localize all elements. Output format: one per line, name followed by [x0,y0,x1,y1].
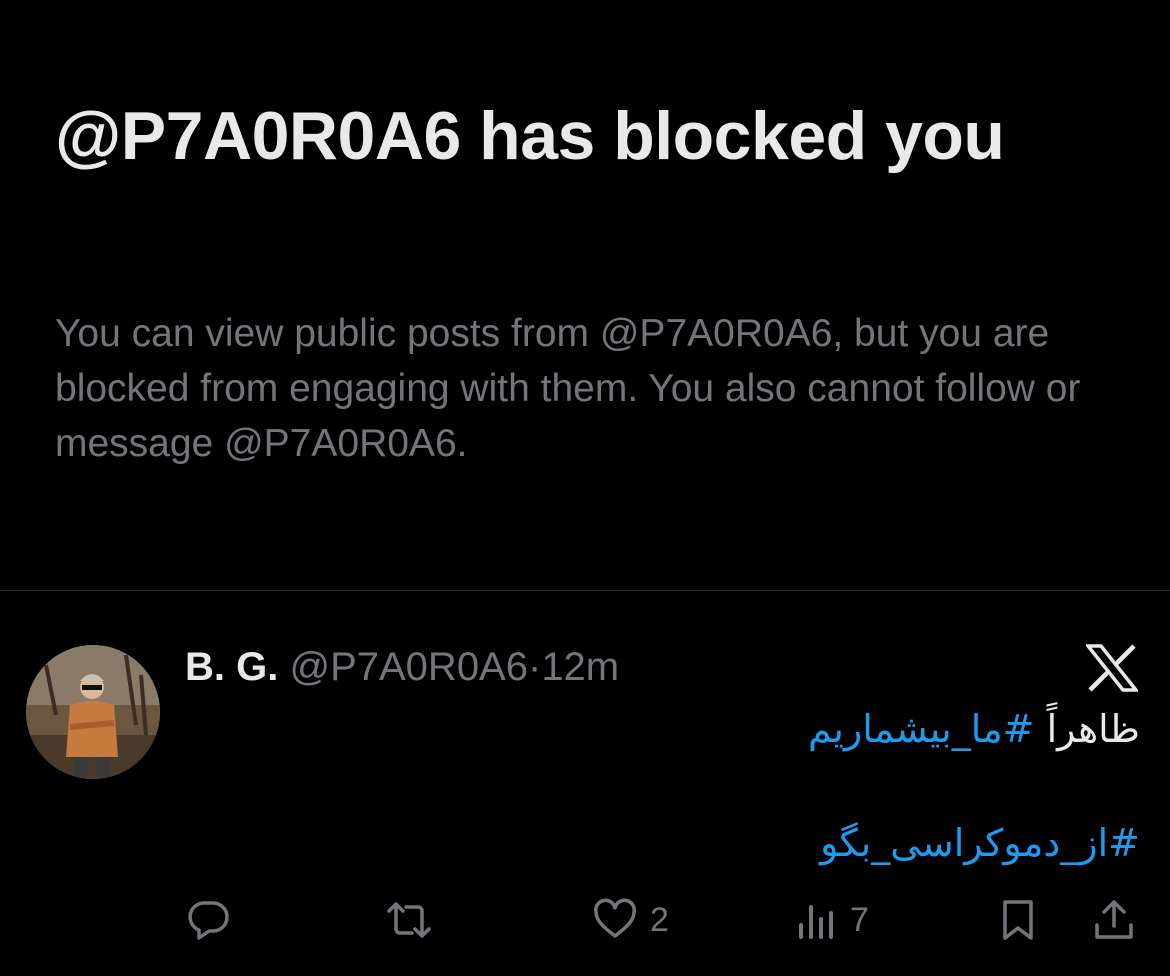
views-icon [799,905,833,939]
repost-button[interactable] [384,890,446,950]
hashtag-link[interactable]: #ما_بیشماریم [808,707,1034,751]
tweet-time[interactable]: 12m [541,645,619,689]
share-button[interactable] [1092,890,1136,950]
avatar[interactable] [26,645,160,779]
tweet-text-line-1: ظاهراً #ما_بیشماریم [808,702,1140,756]
blocked-title: @P7A0R0A6 has blocked you [55,98,1005,174]
tweet-action-bar: 2 7 [0,890,1170,950]
tweet-text-line-2: #از_دموکراسی_بگو [820,816,1140,870]
hashtag-link[interactable]: #از_دموکراسی_بگو [820,821,1140,865]
like-count: 2 [650,900,669,939]
author-name[interactable]: B. G. [185,645,278,689]
reply-icon [188,901,229,940]
like-icon [594,898,636,938]
views-count: 7 [850,900,869,939]
repost-icon [387,902,431,938]
blocked-profile-screen: @P7A0R0A6 has blocked you You can view p… [0,0,1170,976]
tweet-header: B. G. @P7A0R0A6·12m [185,640,619,694]
like-button[interactable]: 2 [592,890,669,950]
divider [0,590,1170,591]
reply-button[interactable] [186,890,244,950]
share-icon [1095,900,1133,939]
bookmark-button[interactable] [998,890,1038,950]
author-handle[interactable]: @P7A0R0A6 [289,645,528,689]
bookmark-icon [1003,900,1033,940]
avatar-photo [26,645,160,779]
tweet-word: ظاهراً [1046,707,1140,751]
separator-dot: · [527,645,542,689]
blocked-description: You can view public posts from @P7A0R0A6… [55,312,1081,465]
x-logo-icon [1086,644,1138,692]
views-button[interactable]: 7 [796,890,869,950]
